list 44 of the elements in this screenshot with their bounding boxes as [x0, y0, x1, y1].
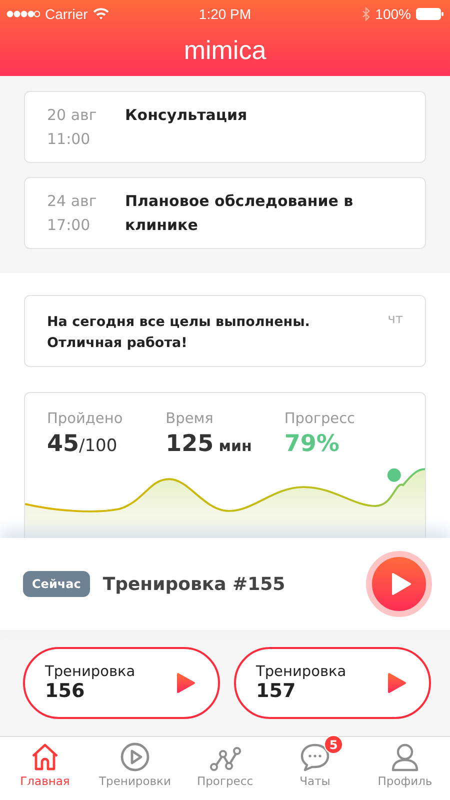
appointment-time: 11:00 — [47, 129, 92, 150]
appointment-title: Консультация — [125, 105, 248, 126]
play-circle-icon — [119, 741, 151, 773]
appointment-card[interactable]: 24 авг 17:00 Плановое обследование в клинике — [24, 177, 426, 249]
workout-label: Тренировка — [45, 664, 136, 680]
play-icon — [387, 672, 407, 694]
carrier-label: Carrier — [45, 6, 88, 22]
workout-number: 156 — [45, 680, 86, 702]
stat-label: Время — [166, 411, 214, 427]
workout-label: Тренировка — [256, 664, 346, 680]
now-badge: Сейчас — [23, 571, 90, 597]
stat-label: Прогресс — [284, 411, 356, 427]
app-title: mimica — [182, 34, 268, 67]
stat-value: 45/100 — [47, 431, 118, 457]
appointment-date: 24 авг — [47, 191, 98, 212]
workout-number: 157 — [256, 680, 297, 702]
clock-time: 1:20 PM — [198, 6, 252, 22]
bluetooth-icon — [362, 7, 370, 21]
workout-pill[interactable]: Тренировка 157 — [234, 647, 431, 719]
message-day: чт — [388, 312, 403, 354]
appointment-title: Плановое обследование в клинике — [125, 191, 354, 236]
appointment-time: 17:00 — [47, 215, 92, 236]
play-icon — [390, 572, 412, 596]
tab-item[interactable]: Профиль — [360, 737, 450, 800]
battery-icon — [416, 8, 444, 20]
play-icon — [176, 672, 196, 694]
tab-item[interactable]: Прогресс — [180, 737, 270, 800]
current-workout-title: Тренировка #155 — [102, 574, 286, 594]
tab-item[interactable]: 5 Чаты — [270, 737, 360, 800]
stat-label: Пройдено — [47, 411, 124, 427]
stat-value: 79% — [284, 431, 340, 457]
message-text: На сегодня все целы выполнены. Отличная работа! — [47, 313, 311, 353]
workout-pill[interactable]: Тренировка 156 — [23, 647, 220, 719]
tab-item[interactable]: Главная — [0, 737, 90, 800]
appointment-date: 20 авг — [47, 105, 98, 126]
appointment-card[interactable]: 20 авг 11:00 Консультация — [24, 91, 426, 163]
notification-badge: 5 — [324, 735, 343, 754]
stat-value: 125 мин — [166, 431, 253, 457]
chat-bubble-icon — [299, 741, 331, 773]
signal-icon — [6, 10, 40, 18]
battery-percent: 100% — [375, 6, 411, 22]
wifi-icon — [92, 8, 109, 20]
tab-item[interactable]: Тренировки — [90, 737, 180, 800]
profile-icon — [389, 741, 421, 773]
